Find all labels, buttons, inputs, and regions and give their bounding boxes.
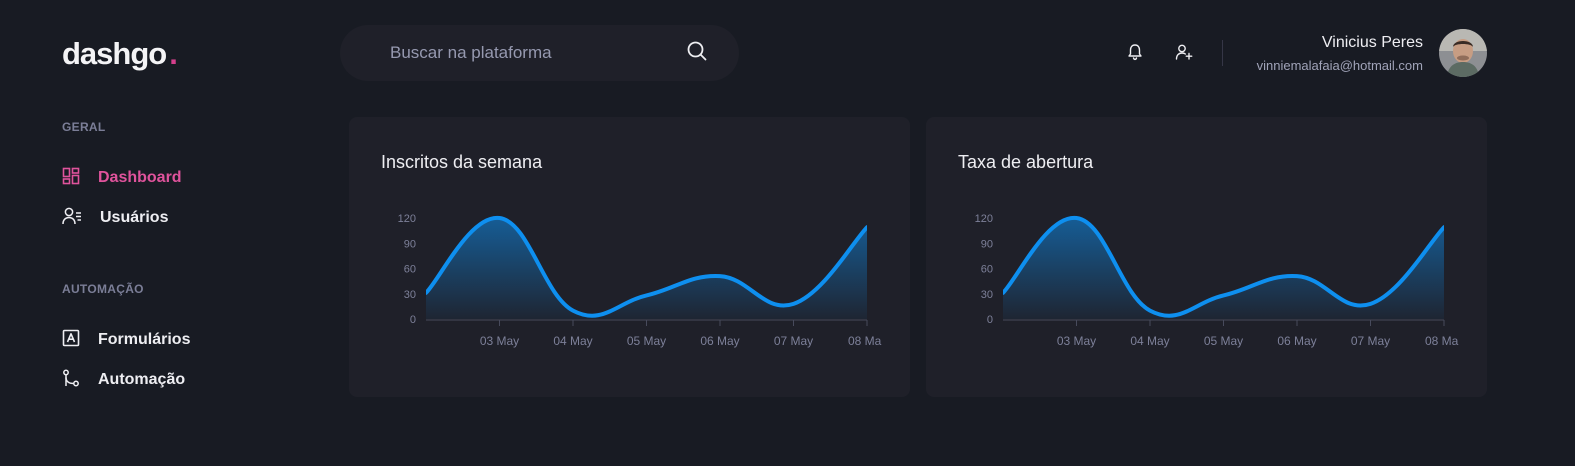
x-tick-label: 05 May [1204,334,1243,348]
sidebar-section-title-geral: GERAL [62,120,106,134]
bell-icon[interactable] [1125,42,1145,62]
search-bar [340,25,739,81]
profile-email: vinniemalafaia@hotmail.com [1256,58,1423,73]
y-tick-label: 60 [404,264,416,276]
x-tick-label: 05 May [627,334,666,348]
sidebar-item-label: Usuários [100,209,169,226]
y-tick-label: 120 [975,213,993,225]
x-tick-label: 08 Ma [848,334,882,348]
x-tick-label: 03 May [1057,334,1096,348]
x-tick-label: 04 May [553,334,592,348]
sidebar-item-label: Automação [98,371,186,388]
chart-abertura-svg: 0 30 60 90 120 03 May 04 May 05 May 06 May 07 May… [975,213,1459,348]
form-icon [62,329,80,352]
y-tick-label: 0 [410,314,416,326]
git-merge-icon [62,369,80,392]
sidebar-item-usuarios[interactable]: Usuários [62,206,168,230]
search-input[interactable] [388,25,678,81]
sidebar-item-formularios[interactable]: Formulários [62,328,190,352]
x-tick-label: 08 Ma [1425,334,1459,348]
dashboard-icon [62,167,80,190]
chart-inscritos-svg: 0 30 60 90 120 03 May 04 May 05 May 06 May 07 May… [398,213,882,348]
sidebar-item-dashboard[interactable]: Dashboard [62,166,182,190]
chart-card-inscritos: Inscritos da semana 0 30 60 90 120 03 May 04 M… [349,117,910,397]
logo-dot: . [169,36,178,71]
sidebar-item-automacao[interactable]: Automação [62,368,185,392]
avatar[interactable] [1439,29,1487,77]
x-tick-label: 07 May [774,334,813,348]
profile-name: Vinicius Peres [1321,34,1423,51]
sidebar-item-label: Formulários [98,331,191,348]
search-icon[interactable] [686,40,708,67]
logo-text: dashgo [62,36,167,71]
users-icon [62,207,82,230]
x-tick-label: 04 May [1130,334,1169,348]
y-tick-label: 30 [404,289,416,301]
x-tick-label: 07 May [1351,334,1390,348]
y-tick-label: 30 [981,289,993,301]
y-tick-label: 90 [981,238,993,250]
x-tick-label: 03 May [480,334,519,348]
y-tick-label: 120 [398,213,416,225]
series-area [1003,217,1444,319]
y-tick-label: 0 [987,314,993,326]
header-divider [1222,40,1223,66]
sidebar-section-title-automacao: AUTOMAÇÃO [62,282,144,296]
y-tick-label: 90 [404,238,416,250]
chart-card-abertura: Taxa de abertura 0 30 60 90 120 03 May 04 May 0… [926,117,1487,397]
x-tick-label: 06 May [1277,334,1316,348]
y-tick-label: 60 [981,264,993,276]
x-tick-label: 06 May [700,334,739,348]
add-user-icon[interactable] [1174,42,1194,62]
logo[interactable]: dashgo. [62,32,178,76]
header: dashgo. Vinicius Peres vinniemalafaia@ho… [0,0,1575,105]
sidebar-item-label: Dashboard [98,169,182,186]
series-area [426,217,867,319]
